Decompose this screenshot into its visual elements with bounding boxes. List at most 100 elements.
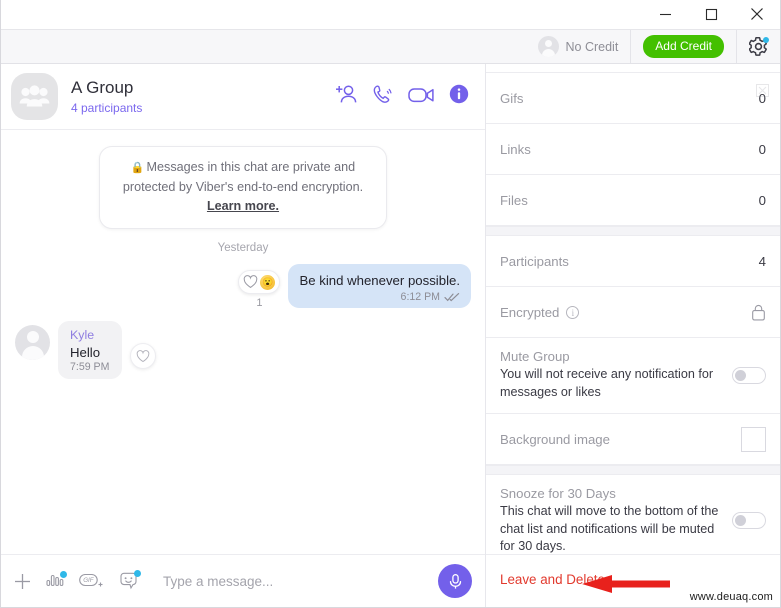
new-badge-dot [134,570,141,577]
info-icon[interactable] [449,84,469,109]
info-row-media[interactable]: Media Show all [486,64,780,73]
close-button[interactable] [734,0,780,28]
credit-label: No Credit [565,39,619,54]
page-title: A Group [71,78,134,97]
heart-icon [136,349,150,362]
info-row-encrypted[interactable]: Encrypted i [486,287,780,338]
message-text: Hello [70,345,101,360]
user-avatar-icon [537,36,559,57]
info-row-label: Background image [500,431,610,447]
close-icon [751,8,763,20]
day-divider: Yesterday [217,242,269,254]
info-row-gifs[interactable]: Gifs 0 [486,73,780,124]
section-divider [486,226,780,236]
encrypted-label-text: Encrypted [500,304,560,320]
info-row-value: 0 [758,192,766,208]
add-credit-button[interactable]: Add Credit [643,35,724,58]
video-call-icon[interactable] [408,85,435,109]
info-icon[interactable]: i [566,305,580,319]
message-list: 🔒 Messages in this chat are private and p… [1,130,485,554]
close-icon[interactable] [756,84,769,97]
add-credit-area: Add Credit [631,30,737,63]
reaction-emoji: 😮 [260,274,276,290]
mute-group-toggle[interactable] [732,366,766,384]
snooze-description: This chat will move to the bottom of the… [500,504,719,553]
info-row-mute-group[interactable]: Mute Group You will not receive any noti… [486,338,780,414]
section-divider [486,465,780,475]
like-message-button[interactable] [130,343,156,369]
double-check-icon [444,293,460,302]
watermark: www.deuaq.com [689,591,773,603]
emoji-sticker-icon[interactable] [118,570,141,590]
message-row-incoming: Kyle Hello 7:59 PM [15,321,471,379]
settings-button[interactable] [737,30,780,63]
microphone-icon [449,573,461,589]
main-body: A Group 4 participants 🔒 Messages in thi… [1,64,780,607]
background-image-swatch[interactable] [741,426,766,452]
sticker-market-icon[interactable] [46,570,67,590]
participants-link[interactable]: 4 participants [71,101,335,115]
info-row-label: Gifs [500,90,524,106]
info-row-label: Participants [500,253,569,269]
voice-message-button[interactable] [438,564,472,598]
settings-notification-dot [763,37,769,43]
window-title-bar [1,0,780,29]
info-row-links[interactable]: Links 0 [486,124,780,175]
message-input[interactable] [163,573,430,589]
info-row-files[interactable]: Files 0 [486,175,780,226]
leave-and-delete-row: Leave and Delete www.deuaq.com [486,554,780,607]
minimize-button[interactable] [642,0,688,28]
message-bubble-incoming[interactable]: Kyle Hello 7:59 PM [58,321,122,379]
message-bubble-outgoing[interactable]: Be kind whenever possible. 6:12 PM [288,264,471,308]
group-people-icon [19,85,50,107]
info-row-snooze[interactable]: Snooze for 30 Days This chat will move t… [486,475,780,554]
chat-info-panel: Media Show all Gifs 0 Links 0 Files 0 [486,64,780,607]
credit-status[interactable]: No Credit [528,30,632,63]
avatar[interactable] [15,325,50,360]
svg-text:GIF: GIF [83,577,95,584]
message-time: 6:12 PM [400,291,440,303]
gif-icon[interactable]: GIF [79,573,104,590]
encryption-notice-text: Messages in this chat are private and pr… [122,160,364,194]
lock-icon: 🔒 [130,162,145,174]
voice-call-icon[interactable] [372,84,394,110]
message-time: 7:59 PM [70,361,110,373]
group-avatar-icon[interactable] [11,73,58,120]
chat-header-actions [335,84,469,110]
info-row-value: 0 [758,141,766,157]
maximize-icon [705,8,717,20]
info-panel-scroll[interactable]: Media Show all Gifs 0 Links 0 Files 0 [486,64,780,554]
info-row-label: Encrypted i [500,304,580,320]
reaction-chip[interactable]: 😮 [238,270,281,294]
chat-header: A Group 4 participants [1,64,485,130]
mute-group-description: You will not receive any notification fo… [500,367,714,399]
viber-desktop-window: No Credit Add Credit A Group 4 participa… [0,0,781,608]
minimize-icon [659,13,671,15]
lock-icon [752,304,765,320]
info-row-participants[interactable]: Participants 4 [486,236,780,287]
message-meta: 6:12 PM [299,291,460,303]
encryption-notice: 🔒 Messages in this chat are private and p… [99,146,387,229]
heart-icon [244,275,258,289]
plus-icon[interactable] [13,572,32,591]
snooze-toggle[interactable] [732,512,766,530]
account-bar: No Credit Add Credit [1,29,780,64]
info-row-background-image[interactable]: Background image [486,414,780,465]
reaction-group: 😮 1 [238,270,281,309]
add-participant-icon[interactable] [335,84,358,109]
chat-column: A Group 4 participants 🔒 Messages in thi… [1,64,486,607]
message-text: Be kind whenever possible. [299,273,460,288]
snooze-title: Snooze for 30 Days [500,486,616,501]
reaction-count: 1 [256,297,263,309]
maximize-button[interactable] [688,0,734,28]
learn-more-link[interactable]: Learn more. [207,199,279,213]
chat-title-group: A Group 4 participants [71,78,335,115]
info-row-label: Files [500,192,528,208]
info-row-value: 4 [758,253,766,269]
message-sender-name: Kyle [70,328,95,342]
message-composer: GIF [1,554,485,607]
annotation-arrow-icon [582,575,670,593]
new-badge-dot [60,570,67,578]
info-row-label: Links [500,141,531,157]
message-row-outgoing: 😮 1 Be kind whenever possible. 6:12 PM [15,264,471,309]
